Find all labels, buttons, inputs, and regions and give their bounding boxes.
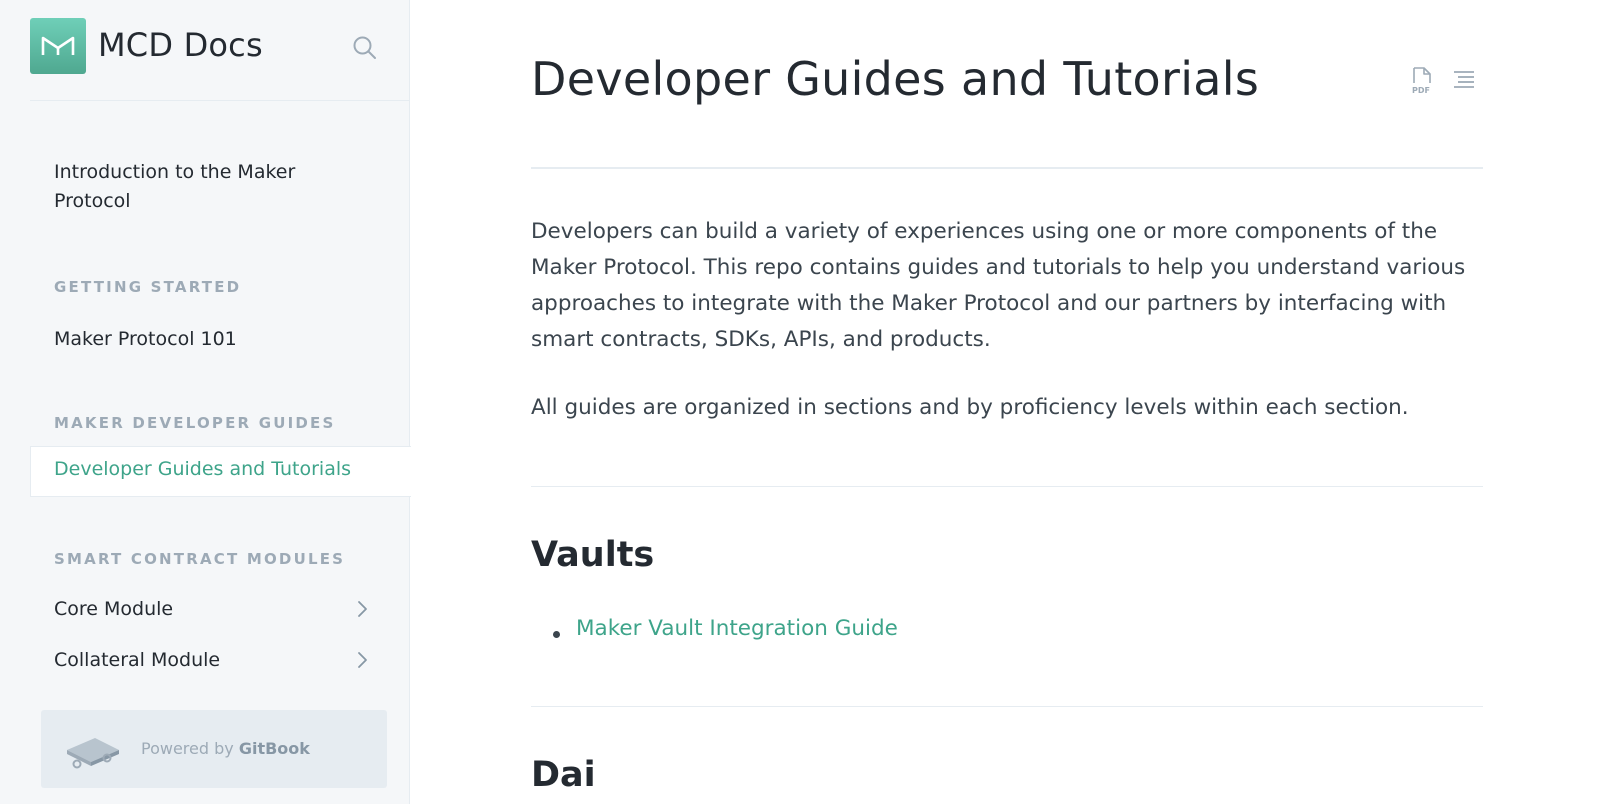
pdf-icon[interactable]: PDF	[1409, 66, 1435, 95]
powered-by-gitbook-link[interactable]: Powered by GitBook	[41, 710, 387, 788]
sidebar-item-maker-protocol-101[interactable]: Maker Protocol 101	[54, 325, 237, 354]
sidebar-item-core-module[interactable]: Core Module	[54, 595, 173, 624]
powered-prefix: Powered by	[141, 739, 234, 758]
section-divider	[531, 706, 1483, 707]
powered-brand: GitBook	[238, 739, 310, 758]
search-icon[interactable]	[352, 35, 378, 61]
gitbook-icon	[67, 738, 119, 769]
chevron-right-icon[interactable]	[355, 600, 369, 618]
brand-header: MCD Docs	[30, 18, 410, 101]
organized-paragraph: All guides are organized in sections and…	[531, 395, 1409, 420]
sidebar: MCD Docs Introduction to the Maker Proto…	[0, 0, 411, 804]
section-header-getting-started: GETTING STARTED	[54, 278, 242, 296]
section-header-developer-guides: MAKER DEVELOPER GUIDES	[54, 414, 336, 432]
maker-vault-integration-guide-link[interactable]: Maker Vault Integration Guide	[576, 616, 898, 641]
sidebar-item-developer-guides-active[interactable]: Developer Guides and Tutorials	[30, 446, 411, 497]
section-heading-vaults: Vaults	[531, 535, 655, 575]
svg-text:PDF: PDF	[1412, 86, 1430, 94]
sidebar-item-introduction[interactable]: Introduction to the Maker Protocol	[54, 158, 354, 216]
main-content: Developer Guides and Tutorials PDF Devel…	[411, 0, 1600, 804]
section-header-smart-contract-modules: SMART CONTRACT MODULES	[54, 550, 346, 568]
maker-logo-icon[interactable]	[30, 18, 86, 74]
section-divider	[531, 486, 1483, 487]
toc-icon[interactable]	[1452, 69, 1476, 89]
powered-by-text: Powered by GitBook	[141, 739, 310, 758]
section-heading-dai: Dai	[531, 755, 596, 795]
intro-paragraph: Developers can build a variety of experi…	[531, 219, 1466, 352]
sidebar-item-collateral-module[interactable]: Collateral Module	[54, 646, 220, 675]
chevron-right-icon[interactable]	[355, 651, 369, 669]
sidebar-item-label: Developer Guides and Tutorials	[54, 458, 352, 480]
list-bullet	[553, 631, 560, 638]
page-title: Developer Guides and Tutorials	[531, 52, 1260, 106]
title-divider	[531, 167, 1483, 169]
brand-title[interactable]: MCD Docs	[98, 26, 263, 64]
